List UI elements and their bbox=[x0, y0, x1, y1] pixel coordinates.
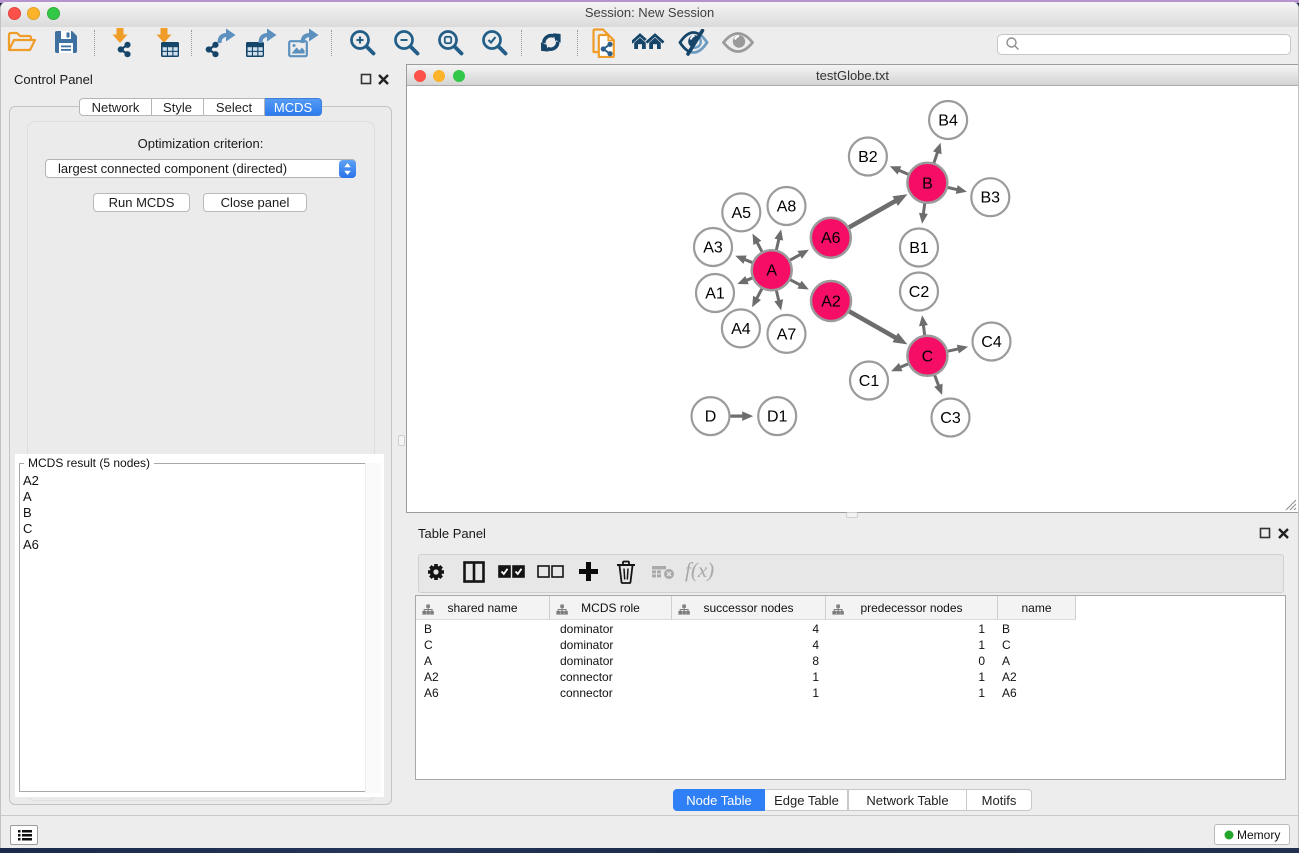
svg-text:A1: A1 bbox=[705, 286, 725, 303]
svg-text:A6: A6 bbox=[821, 230, 841, 247]
svg-text:C1: C1 bbox=[859, 373, 880, 390]
svg-text:A4: A4 bbox=[731, 321, 751, 338]
svg-text:A3: A3 bbox=[703, 240, 723, 257]
svg-text:A7: A7 bbox=[777, 326, 797, 343]
svg-text:A2: A2 bbox=[821, 294, 841, 311]
svg-text:D: D bbox=[705, 409, 717, 426]
svg-text:C4: C4 bbox=[981, 334, 1002, 351]
svg-text:B3: B3 bbox=[981, 190, 1001, 207]
svg-text:A5: A5 bbox=[732, 205, 752, 222]
svg-text:B2: B2 bbox=[858, 149, 878, 166]
svg-text:A8: A8 bbox=[777, 199, 797, 216]
svg-text:A: A bbox=[766, 263, 777, 280]
svg-text:C3: C3 bbox=[940, 410, 961, 427]
svg-text:B4: B4 bbox=[938, 113, 958, 130]
svg-text:C2: C2 bbox=[909, 284, 930, 301]
svg-text:C: C bbox=[922, 348, 934, 365]
svg-text:B: B bbox=[922, 175, 933, 192]
svg-text:D1: D1 bbox=[767, 409, 788, 426]
svg-text:B1: B1 bbox=[909, 240, 929, 257]
